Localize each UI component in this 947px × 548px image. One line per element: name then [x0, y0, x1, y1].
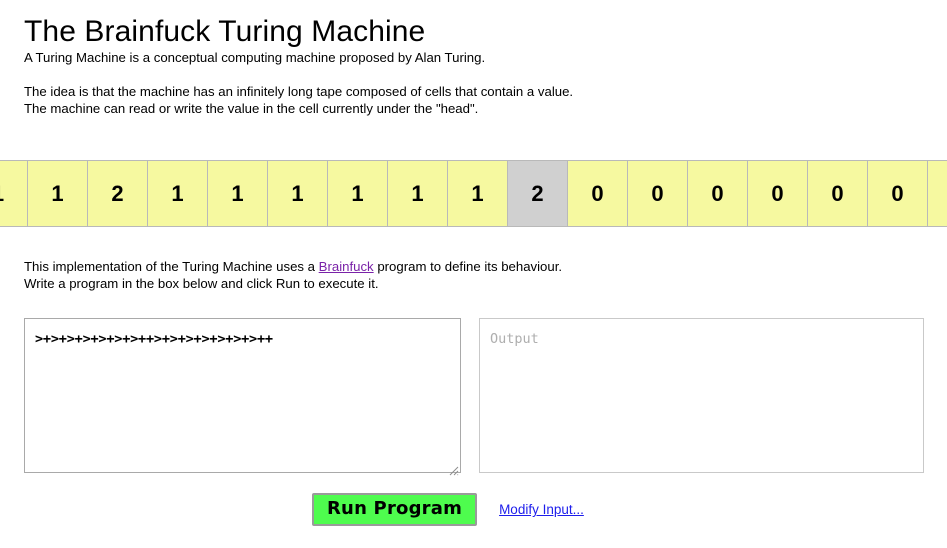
tape-cell[interactable]: 2 [88, 160, 148, 227]
controls-row: Run Program Modify Input... [0, 493, 947, 526]
turing-tape: 11211111120000000 [0, 160, 947, 229]
intro-text-block: A Turing Machine is a conceptual computi… [0, 49, 947, 117]
tape-cell-head[interactable]: 2 [508, 160, 568, 227]
tape-cell[interactable]: 1 [148, 160, 208, 227]
program-editor-wrapper [24, 318, 461, 478]
tape-cell[interactable]: 0 [868, 160, 928, 227]
description-text-after-link: program to define its behaviour. [373, 259, 563, 274]
tape-cell[interactable]: 1 [268, 160, 328, 227]
description-block: This implementation of the Turing Machin… [24, 258, 562, 292]
tape-cell[interactable]: 0 [628, 160, 688, 227]
run-program-button[interactable]: Run Program [312, 493, 478, 526]
editor-row [24, 318, 924, 478]
tape-cell[interactable]: 1 [328, 160, 388, 227]
intro-line-1: A Turing Machine is a conceptual computi… [24, 50, 486, 66]
output-display[interactable] [479, 318, 924, 473]
tape-cell[interactable]: 0 [808, 160, 868, 227]
tape-cell[interactable]: 1 [28, 160, 88, 227]
brainfuck-link[interactable]: Brainfuck [319, 259, 374, 274]
intro-line-3: The machine can read or write the value … [24, 101, 479, 117]
tape-cell[interactable]: 0 [748, 160, 808, 227]
tape-cell[interactable]: 1 [0, 160, 28, 227]
intro-spacer [24, 66, 947, 83]
tape-cell[interactable]: 0 [568, 160, 628, 227]
page-title: The Brainfuck Turing Machine [24, 15, 426, 48]
program-input[interactable] [24, 318, 461, 473]
description-text-before-link: This implementation of the Turing Machin… [24, 259, 319, 274]
intro-line-2: The idea is that the machine has an infi… [24, 84, 574, 100]
tape-cell[interactable]: 1 [388, 160, 448, 227]
modify-input-link[interactable]: Modify Input... [499, 502, 584, 517]
tape-cell[interactable]: 1 [208, 160, 268, 227]
description-line-2: Write a program in the box below and cli… [24, 276, 379, 291]
tape-cell-strip: 11211111120000000 [0, 160, 947, 229]
tape-cell[interactable]: 1 [448, 160, 508, 227]
tape-cell[interactable]: 0 [928, 160, 947, 227]
description-line-1: This implementation of the Turing Machin… [24, 258, 562, 275]
tape-cell[interactable]: 0 [688, 160, 748, 227]
